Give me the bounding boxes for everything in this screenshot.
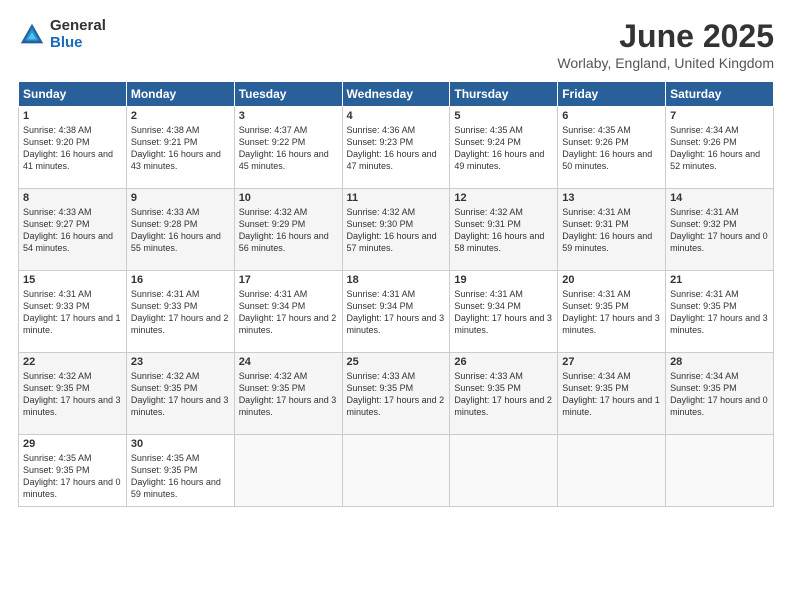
- logo: General Blue: [18, 18, 106, 51]
- day-25: 25 Sunrise: 4:33 AMSunset: 9:35 PMDaylig…: [342, 353, 450, 435]
- col-tuesday: Tuesday: [234, 82, 342, 107]
- header: General Blue June 2025 Worlaby, England,…: [18, 18, 774, 71]
- logo-text: General Blue: [50, 18, 106, 51]
- day-21: 21 Sunrise: 4:31 AMSunset: 9:35 PMDaylig…: [666, 271, 774, 353]
- day-27: 27 Sunrise: 4:34 AMSunset: 9:35 PMDaylig…: [558, 353, 666, 435]
- day-15: 15 Sunrise: 4:31 AMSunset: 9:33 PMDaylig…: [19, 271, 127, 353]
- day-17: 17 Sunrise: 4:31 AMSunset: 9:34 PMDaylig…: [234, 271, 342, 353]
- day-11: 11 Sunrise: 4:32 AMSunset: 9:30 PMDaylig…: [342, 189, 450, 271]
- day-7: 7 Sunrise: 4:34 AMSunset: 9:26 PMDayligh…: [666, 107, 774, 189]
- day-13: 13 Sunrise: 4:31 AMSunset: 9:31 PMDaylig…: [558, 189, 666, 271]
- day-9: 9 Sunrise: 4:33 AMSunset: 9:28 PMDayligh…: [126, 189, 234, 271]
- col-saturday: Saturday: [666, 82, 774, 107]
- calendar-week-4: 22 Sunrise: 4:32 AMSunset: 9:35 PMDaylig…: [19, 353, 774, 435]
- day-18: 18 Sunrise: 4:31 AMSunset: 9:34 PMDaylig…: [342, 271, 450, 353]
- day-30: 30 Sunrise: 4:35 AMSunset: 9:35 PMDaylig…: [126, 435, 234, 507]
- logo-general-text: General: [50, 18, 106, 35]
- col-monday: Monday: [126, 82, 234, 107]
- day-24: 24 Sunrise: 4:32 AMSunset: 9:35 PMDaylig…: [234, 353, 342, 435]
- day-6: 6 Sunrise: 4:35 AMSunset: 9:26 PMDayligh…: [558, 107, 666, 189]
- col-sunday: Sunday: [19, 82, 127, 107]
- day-26: 26 Sunrise: 4:33 AMSunset: 9:35 PMDaylig…: [450, 353, 558, 435]
- col-friday: Friday: [558, 82, 666, 107]
- col-thursday: Thursday: [450, 82, 558, 107]
- day-4: 4 Sunrise: 4:36 AMSunset: 9:23 PMDayligh…: [342, 107, 450, 189]
- day-5: 5 Sunrise: 4:35 AMSunset: 9:24 PMDayligh…: [450, 107, 558, 189]
- calendar-week-5: 29 Sunrise: 4:35 AMSunset: 9:35 PMDaylig…: [19, 435, 774, 507]
- day-12: 12 Sunrise: 4:32 AMSunset: 9:31 PMDaylig…: [450, 189, 558, 271]
- day-2: 2 Sunrise: 4:38 AMSunset: 9:21 PMDayligh…: [126, 107, 234, 189]
- location: Worlaby, England, United Kingdom: [557, 55, 774, 71]
- day-19: 19 Sunrise: 4:31 AMSunset: 9:34 PMDaylig…: [450, 271, 558, 353]
- empty-cell-3: [450, 435, 558, 507]
- day-3: 3 Sunrise: 4:37 AMSunset: 9:22 PMDayligh…: [234, 107, 342, 189]
- calendar-week-2: 8 Sunrise: 4:33 AMSunset: 9:27 PMDayligh…: [19, 189, 774, 271]
- calendar-header-row: Sunday Monday Tuesday Wednesday Thursday…: [19, 82, 774, 107]
- empty-cell-2: [342, 435, 450, 507]
- day-28: 28 Sunrise: 4:34 AMSunset: 9:35 PMDaylig…: [666, 353, 774, 435]
- logo-icon: [18, 21, 46, 49]
- empty-cell-4: [558, 435, 666, 507]
- day-10: 10 Sunrise: 4:32 AMSunset: 9:29 PMDaylig…: [234, 189, 342, 271]
- title-block: June 2025 Worlaby, England, United Kingd…: [557, 18, 774, 71]
- calendar-page: General Blue June 2025 Worlaby, England,…: [0, 0, 792, 612]
- day-22: 22 Sunrise: 4:32 AMSunset: 9:35 PMDaylig…: [19, 353, 127, 435]
- empty-cell-1: [234, 435, 342, 507]
- day-20: 20 Sunrise: 4:31 AMSunset: 9:35 PMDaylig…: [558, 271, 666, 353]
- day-16: 16 Sunrise: 4:31 AMSunset: 9:33 PMDaylig…: [126, 271, 234, 353]
- day-14: 14 Sunrise: 4:31 AMSunset: 9:32 PMDaylig…: [666, 189, 774, 271]
- calendar-table: Sunday Monday Tuesday Wednesday Thursday…: [18, 81, 774, 507]
- logo-blue-text: Blue: [50, 35, 106, 52]
- day-1: 1 Sunrise: 4:38 AMSunset: 9:20 PMDayligh…: [19, 107, 127, 189]
- col-wednesday: Wednesday: [342, 82, 450, 107]
- day-8: 8 Sunrise: 4:33 AMSunset: 9:27 PMDayligh…: [19, 189, 127, 271]
- empty-cell-5: [666, 435, 774, 507]
- calendar-week-3: 15 Sunrise: 4:31 AMSunset: 9:33 PMDaylig…: [19, 271, 774, 353]
- day-23: 23 Sunrise: 4:32 AMSunset: 9:35 PMDaylig…: [126, 353, 234, 435]
- month-title: June 2025: [557, 18, 774, 55]
- day-29: 29 Sunrise: 4:35 AMSunset: 9:35 PMDaylig…: [19, 435, 127, 507]
- calendar-week-1: 1 Sunrise: 4:38 AMSunset: 9:20 PMDayligh…: [19, 107, 774, 189]
